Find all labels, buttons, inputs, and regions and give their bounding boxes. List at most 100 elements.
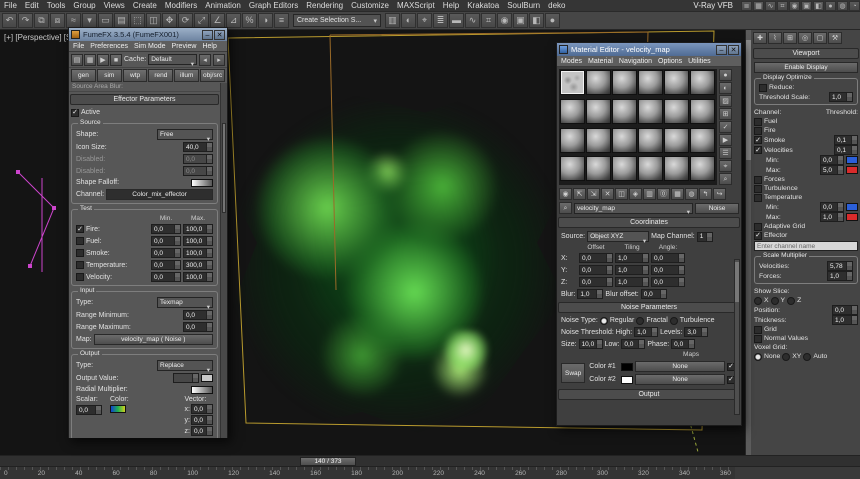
fumefx-titlebar[interactable]: FumeFX 3.5.4 (FumeFX001) (69, 28, 227, 41)
material-sample-slot[interactable] (612, 98, 637, 124)
angle-snap-icon[interactable]: ⊿ (226, 13, 241, 28)
menu-item[interactable]: Edit (21, 1, 43, 10)
reduce-checkbox[interactable] (759, 83, 767, 92)
make-unique-icon[interactable]: ◈ (629, 188, 642, 200)
window-crossing-icon[interactable]: ◫ (146, 13, 161, 28)
backlight-icon[interactable]: ◐ (719, 82, 732, 94)
thickness-spinner[interactable]: 1,0 (832, 315, 858, 325)
channel-value-spinner[interactable]: 5,0 (820, 165, 844, 175)
cache-prev-icon[interactable] (199, 53, 211, 66)
fumefx-tab[interactable]: illum (174, 69, 200, 82)
fumefx-tab[interactable]: wtp (122, 69, 148, 82)
minimize-icon[interactable] (202, 29, 213, 40)
fumefx-menu-item[interactable]: Preview (170, 43, 199, 50)
fumefx-scrollbar[interactable] (220, 83, 227, 438)
fumefx-tab[interactable]: sim (96, 69, 122, 82)
forces-scale-spinner[interactable]: 1,0 (827, 271, 853, 281)
channel-value-spinner[interactable]: 0,1 (834, 135, 858, 145)
material-sample-slot[interactable] (560, 70, 585, 95)
assign-material-icon[interactable]: ⇲ (587, 188, 600, 200)
shape-falloff-curve-button[interactable] (191, 178, 213, 187)
fumefx-tab[interactable]: gen (71, 69, 96, 82)
test-min-spinner[interactable]: 0,0 (151, 224, 181, 234)
test-channel-checkbox[interactable] (76, 237, 84, 245)
render-teapot-icon[interactable]: ● (545, 13, 560, 28)
voxel-xy-radio[interactable] (782, 352, 791, 361)
test-channel-checkbox[interactable] (76, 249, 84, 257)
color1-swatch[interactable] (621, 362, 634, 371)
test-max-spinner[interactable]: 100,0 (183, 272, 213, 282)
sample-uv-tiling-icon[interactable]: ⊞ (719, 108, 732, 120)
fractal-radio[interactable] (636, 316, 645, 325)
selection-region-icon[interactable]: ⬚ (130, 13, 145, 28)
time-slider-track[interactable]: 140 / 373 (0, 456, 860, 467)
material-id-icon[interactable]: ⓪ (657, 188, 670, 200)
video-color-check-icon[interactable]: ✓ (719, 121, 732, 133)
align-icon[interactable]: ≡ (274, 13, 289, 28)
show-end-result-icon[interactable]: ◍ (685, 188, 698, 200)
blur-offset-spinner[interactable]: 0,0 (640, 289, 667, 299)
make-preview-icon[interactable]: ▶ (719, 134, 732, 146)
material-map-navigator-icon[interactable]: ⌕ (719, 173, 732, 185)
material-sample-slot[interactable] (664, 156, 689, 182)
material-sample-slot[interactable] (690, 127, 715, 153)
material-sample-slot[interactable] (560, 127, 585, 153)
get-material-icon[interactable]: ◉ (559, 188, 572, 200)
vector-x-spinner[interactable]: 0,0 (191, 404, 213, 414)
vector-z-spinner[interactable]: 0,0 (191, 426, 213, 436)
motion-tab-icon[interactable]: ◎ (798, 32, 812, 44)
command-panel-scrollbar[interactable] (746, 30, 751, 455)
test-min-spinner[interactable]: 0,0 (151, 260, 181, 270)
layer-explorer-icon[interactable]: ≣ (433, 13, 448, 28)
channel-checkbox[interactable] (754, 136, 762, 144)
channel-checkbox[interactable] (754, 146, 762, 154)
menu-item[interactable]: Tools (43, 1, 70, 10)
fumefx-menu-item[interactable]: Preferences (88, 43, 130, 50)
mirror-tool-icon[interactable]: ◐ (401, 13, 416, 28)
render-production-icon[interactable]: ● (825, 0, 836, 11)
material-editor-icon[interactable]: ◉ (789, 0, 800, 11)
channel-value-spinner[interactable]: 0,1 (834, 145, 858, 155)
mirror-icon[interactable]: ◑ (258, 13, 273, 28)
fumefx-tab[interactable]: obj/src (200, 69, 225, 82)
shape-dropdown[interactable]: Free (157, 129, 213, 140)
normal-values-checkbox[interactable] (754, 334, 762, 343)
active-checkbox[interactable] (71, 108, 79, 117)
adaptive-grid-checkbox[interactable] (754, 222, 762, 231)
phase-spinner[interactable]: 0,0 (671, 339, 696, 349)
sample-type-icon[interactable]: ● (719, 69, 732, 81)
vray-toolbar-label[interactable]: V-Ray VFB (689, 1, 737, 10)
size-spinner[interactable]: 10,0 (578, 339, 603, 349)
output-rollout[interactable]: Output (558, 389, 740, 400)
low-spinner[interactable]: 0,0 (621, 339, 646, 349)
effector-channel-name-input[interactable] (754, 241, 858, 251)
scalar-spinner[interactable]: 0,0 (76, 405, 102, 415)
coordinates-rollout[interactable]: Coordinates (558, 217, 740, 228)
offset-spinner[interactable]: 0,0 (579, 265, 613, 275)
save-icon[interactable]: ▦ (84, 53, 96, 66)
menu-item[interactable]: Help (439, 1, 463, 10)
material-sample-slot[interactable] (664, 98, 689, 124)
material-sample-slot[interactable] (560, 156, 585, 182)
threshold-scale-spinner[interactable]: 1,0 (829, 92, 853, 102)
render-frame-icon[interactable]: ◧ (529, 13, 544, 28)
material-editor-menu-item[interactable]: Modes (559, 58, 584, 65)
channel-checkbox[interactable] (754, 117, 762, 126)
position-spinner[interactable]: 0,0 (832, 305, 858, 315)
quick-render-icon[interactable]: ◔ (849, 0, 860, 11)
align-tool-icon[interactable]: ⌖ (417, 13, 432, 28)
tiling-spinner[interactable]: 1,0 (615, 277, 649, 287)
put-material-to-scene-icon[interactable]: ⇱ (573, 188, 586, 200)
test-channel-checkbox[interactable] (76, 261, 84, 269)
offset-spinner[interactable]: 0,0 (579, 253, 613, 263)
material-editor-titlebar[interactable]: Material Editor - velocity_map (557, 43, 741, 56)
slice-y-radio[interactable] (770, 296, 779, 305)
levels-spinner[interactable]: 3,0 (684, 327, 709, 337)
viewport-rollout-header[interactable]: Viewport (753, 48, 859, 59)
menu-item[interactable]: Graph Editors (245, 1, 302, 10)
max-color-swatch[interactable] (846, 213, 858, 221)
material-sample-slot[interactable] (690, 70, 715, 95)
menu-item[interactable]: Create (129, 1, 161, 10)
material-name-dropdown[interactable]: velocity_map (574, 202, 693, 214)
menu-item[interactable]: Modifiers (161, 1, 201, 10)
